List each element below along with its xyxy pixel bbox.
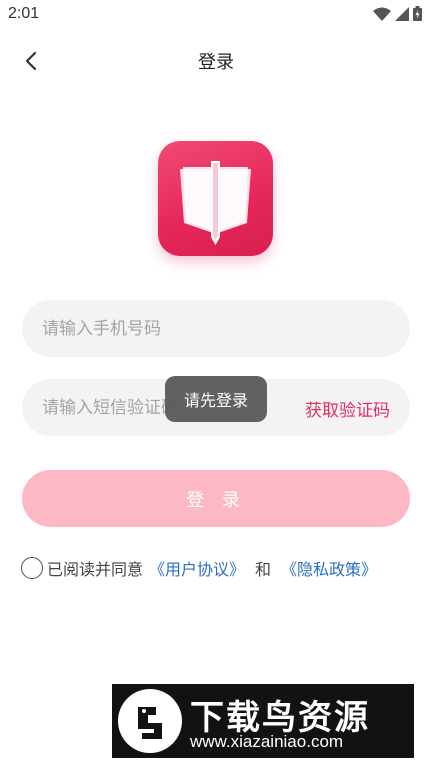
bird-logo-icon xyxy=(118,689,182,753)
wifi-icon xyxy=(373,7,391,21)
agreement-row: 已阅读并同意 《用户协议》 和 《隐私政策》 xyxy=(21,555,377,581)
watermark: 下载鸟资源 www.xiazainiao.com xyxy=(112,684,414,758)
phone-input[interactable] xyxy=(42,300,302,357)
open-book-icon xyxy=(180,161,251,245)
page-title: 登录 xyxy=(198,52,234,73)
user-agreement-link[interactable]: 《用户协议》 xyxy=(149,556,245,580)
status-bar: 2:01 xyxy=(0,0,432,30)
app-logo xyxy=(158,141,273,256)
agreement-prefix: 已阅读并同意 xyxy=(47,560,144,579)
watermark-url: www.xiazainiao.com xyxy=(190,732,344,751)
login-button[interactable]: 登 录 xyxy=(22,470,410,527)
phone-field xyxy=(22,300,410,357)
get-code-button[interactable]: 获取验证码 xyxy=(305,396,390,421)
battery-icon xyxy=(413,6,422,21)
privacy-policy-link[interactable]: 《隐私政策》 xyxy=(281,556,377,580)
status-icons xyxy=(373,6,422,21)
status-time: 2:01 xyxy=(8,5,40,22)
agreement-and: 和 xyxy=(255,560,272,579)
signal-icon xyxy=(395,6,409,21)
agree-checkbox[interactable] xyxy=(21,557,43,579)
nav-bar: 登录 xyxy=(0,38,432,82)
toast-message: 请先登录 xyxy=(165,376,267,422)
